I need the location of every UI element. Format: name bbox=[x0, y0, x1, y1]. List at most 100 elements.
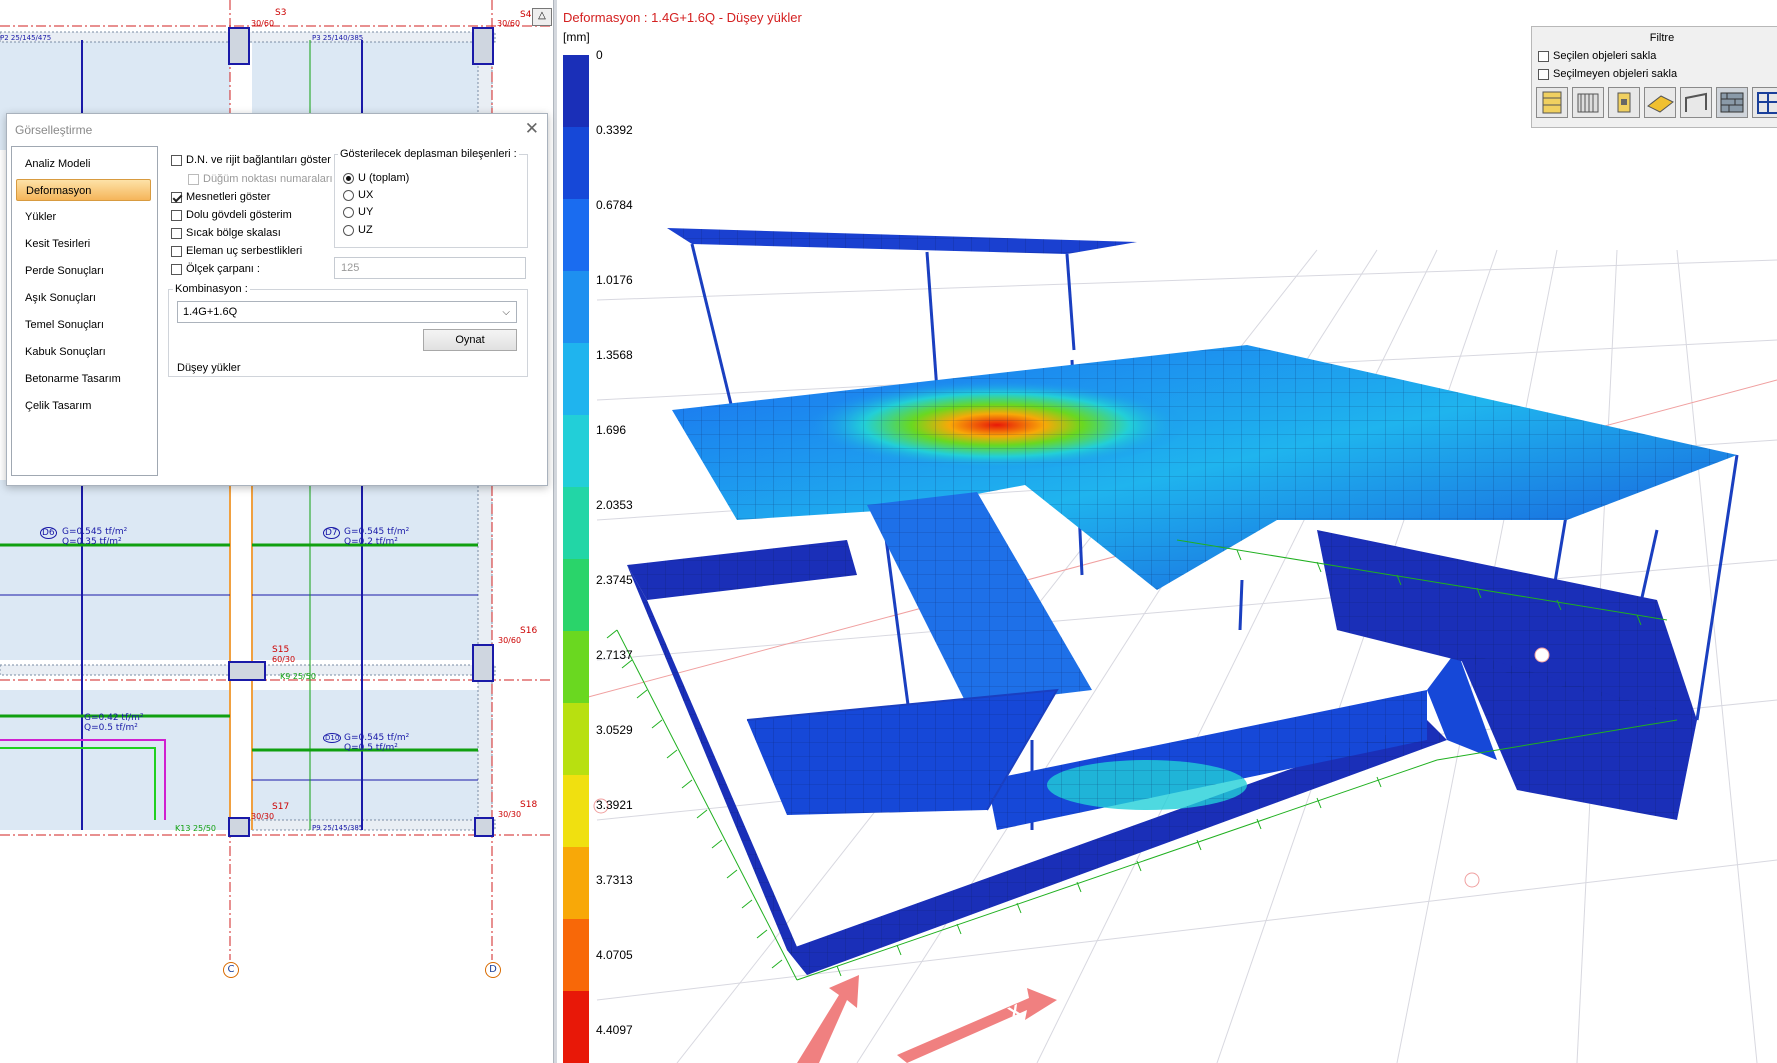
roof-slab-mesh bbox=[667, 228, 1137, 254]
legend-value: 1.3568 bbox=[596, 348, 633, 362]
column bbox=[228, 817, 250, 837]
slab-tool-icon[interactable] bbox=[1644, 87, 1676, 118]
legend-value: 2.3745 bbox=[596, 573, 633, 587]
plan-label: P3 25/140/385 bbox=[312, 34, 364, 42]
combination-label: Kombinasyon : bbox=[173, 283, 250, 295]
checkbox-checked-icon[interactable] bbox=[171, 191, 182, 203]
close-icon[interactable]: ✕ bbox=[525, 119, 539, 139]
components-label: Gösterilecek deplasman bileşenleri : bbox=[338, 148, 519, 160]
option-solid[interactable]: Dolu gövdeli gösterim bbox=[171, 209, 292, 221]
nav-item-foundation-results[interactable]: Temel Sonuçları bbox=[16, 314, 151, 336]
legend-swatch bbox=[563, 415, 589, 488]
viewport-3d[interactable]: Y X Deformasyon : 1.4G+1.6Q - Düşey yükl… bbox=[557, 0, 1777, 1063]
plan-label: P2 25/145/475 bbox=[0, 34, 52, 42]
nav-item-loads[interactable]: Yükler bbox=[16, 206, 151, 228]
nav-item-deformation[interactable]: Deformasyon bbox=[16, 179, 151, 201]
checkbox-icon[interactable] bbox=[171, 263, 182, 275]
play-button[interactable]: Oynat bbox=[423, 329, 517, 351]
legend-swatch bbox=[563, 919, 589, 992]
legend-swatch bbox=[563, 559, 589, 632]
plan-label: G=0.42 tf/m² bbox=[84, 713, 144, 723]
radio-uz[interactable]: UZ bbox=[343, 224, 373, 236]
combination-select[interactable]: 1.4G+1.6Q ⌵ bbox=[177, 301, 517, 323]
checkbox-icon[interactable] bbox=[1538, 68, 1549, 80]
column bbox=[472, 27, 494, 65]
plan-label: G=0.545 tf/m² bbox=[62, 527, 128, 537]
plan-label: G=0.545 tf/m² bbox=[344, 733, 410, 743]
nav-item-shell-results[interactable]: Kabuk Sonuçları bbox=[16, 341, 151, 363]
plan-label: Q=0.2 tf/m² bbox=[344, 537, 398, 547]
filter-hide-selected[interactable]: Seçilen objeleri sakla bbox=[1538, 50, 1656, 62]
filter-title: Filtre bbox=[1649, 32, 1675, 44]
legend-swatch bbox=[563, 775, 589, 848]
plan-label: S17 bbox=[272, 802, 290, 812]
plan-label: 30/30 bbox=[251, 812, 275, 821]
plan-label: S18 bbox=[520, 800, 538, 810]
plan-label: 30/60 bbox=[497, 19, 521, 28]
nav-item-section-forces[interactable]: Kesit Tesirleri bbox=[16, 233, 151, 255]
radio-u-total[interactable]: U (toplam) bbox=[343, 172, 409, 184]
slab-area bbox=[0, 480, 230, 660]
filter-panel: Filtre Seçilen objeleri sakla Seçilmeyen… bbox=[1531, 26, 1777, 128]
nav-item-wall-results[interactable]: Perde Sonuçları bbox=[16, 260, 151, 282]
legend-swatch bbox=[563, 631, 589, 704]
plan-label: K13 25/50 bbox=[175, 824, 217, 833]
wall-tool-icon[interactable] bbox=[1572, 87, 1604, 118]
viewport-title: Deformasyon : 1.4G+1.6Q - Düşey yükler bbox=[563, 10, 802, 25]
legend-value: 4.0705 bbox=[596, 948, 633, 962]
nav-list: Analiz Modeli Deformasyon Yükler Kesit T… bbox=[11, 146, 158, 476]
option-heat-scale[interactable]: Sıcak bölge skalası bbox=[171, 227, 281, 239]
nav-item-purlin-results[interactable]: Aşık Sonuçları bbox=[16, 287, 151, 309]
checkbox-icon[interactable] bbox=[1538, 50, 1549, 62]
grid-bubble-d: D bbox=[485, 962, 501, 978]
masonry-tool-icon[interactable] bbox=[1716, 87, 1748, 118]
legend-swatch bbox=[563, 55, 589, 128]
legend-swatch bbox=[563, 199, 589, 272]
legend-swatch bbox=[563, 991, 589, 1063]
legend-value: 3.3921 bbox=[596, 798, 633, 812]
slab-area bbox=[252, 480, 482, 660]
radio-icon[interactable] bbox=[343, 189, 354, 201]
legend-swatch bbox=[563, 487, 589, 560]
column-tool-icon[interactable] bbox=[1536, 87, 1568, 118]
legend-value: 2.0353 bbox=[596, 498, 633, 512]
radio-icon[interactable] bbox=[343, 224, 354, 236]
checkbox-icon[interactable] bbox=[171, 227, 182, 239]
plan-label: 30/30 bbox=[498, 810, 522, 819]
legend-swatch bbox=[563, 343, 589, 416]
radio-selected-icon[interactable] bbox=[343, 172, 354, 184]
beam-tool-icon[interactable] bbox=[1608, 87, 1640, 118]
nav-item-steel-design[interactable]: Çelik Tasarım bbox=[16, 395, 151, 417]
legend-value: 1.0176 bbox=[596, 273, 633, 287]
plan-label: D10 bbox=[323, 733, 342, 743]
option-end-release[interactable]: Eleman uç serbestlikleri bbox=[171, 245, 302, 257]
column bbox=[228, 661, 266, 681]
legend-unit: [mm] bbox=[563, 30, 590, 44]
scale-factor-input[interactable]: 125 bbox=[334, 257, 526, 279]
model-3d bbox=[576, 228, 1777, 1063]
radio-uy[interactable]: UY bbox=[343, 206, 373, 218]
plan-label: K9 25/50 bbox=[280, 672, 316, 681]
checkbox-icon[interactable] bbox=[171, 209, 182, 221]
legend-value: 4.4097 bbox=[596, 1023, 633, 1037]
plan-label: Q=0.5 tf/m² bbox=[84, 723, 138, 733]
filter-hide-unselected[interactable]: Seçilmeyen objeleri sakla bbox=[1538, 68, 1677, 80]
option-supports[interactable]: Mesnetleri göster bbox=[171, 191, 270, 203]
collapse-panel-button[interactable]: △ bbox=[532, 8, 552, 26]
option-scale-factor[interactable]: Ölçek çarpanı : bbox=[171, 263, 260, 275]
frame-tool-icon[interactable] bbox=[1680, 87, 1712, 118]
plan-label: Q=0.35 tf/m² bbox=[62, 537, 122, 547]
option-dn-rigid[interactable]: D.N. ve rijit bağlantıları göster bbox=[171, 154, 331, 166]
nav-item-rc-design[interactable]: Betonarme Tasarım bbox=[16, 368, 151, 390]
plan-label: D6 bbox=[40, 527, 57, 539]
grid-tool-icon[interactable] bbox=[1752, 87, 1777, 118]
checkbox-icon[interactable] bbox=[171, 245, 182, 257]
radio-icon[interactable] bbox=[343, 206, 354, 218]
plan-label: G=0.545 tf/m² bbox=[344, 527, 410, 537]
radio-ux[interactable]: UX bbox=[343, 189, 373, 201]
plan-label: S4 bbox=[520, 10, 532, 20]
legend-swatch bbox=[563, 127, 589, 200]
checkbox-icon[interactable] bbox=[171, 154, 182, 166]
nav-item-analysis-model[interactable]: Analiz Modeli bbox=[16, 153, 151, 175]
plan-label: Q=0.5 tf/m² bbox=[344, 743, 398, 753]
